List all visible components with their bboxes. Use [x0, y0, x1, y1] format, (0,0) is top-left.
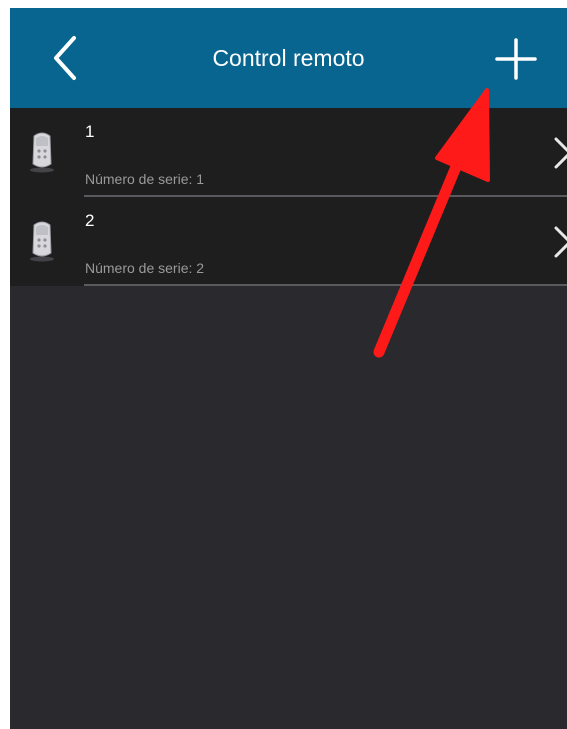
- remote-control-icon: [10, 108, 82, 197]
- add-remote-button[interactable]: [488, 30, 544, 86]
- chevron-right-icon: [551, 135, 567, 171]
- row-divider: [84, 284, 567, 286]
- remote-list: 1 Número de serie: 1 2 Número de serie: …: [10, 108, 567, 286]
- remote-serial: Número de serie: 1: [85, 171, 205, 187]
- back-button[interactable]: [40, 30, 90, 86]
- app-screen: Control remoto 1 Número de serie: 1 2 Nú…: [10, 8, 567, 729]
- app-header: Control remoto: [10, 8, 567, 108]
- remote-name: 1: [85, 122, 95, 141]
- chevron-left-icon: [54, 36, 76, 80]
- remote-serial: Número de serie: 2: [85, 260, 205, 276]
- plus-icon: [495, 38, 537, 80]
- remote-list-item[interactable]: 2 Número de serie: 2: [10, 197, 567, 286]
- page-title: Control remoto: [212, 45, 365, 71]
- remote-control-icon: [10, 197, 82, 286]
- chevron-right-icon: [551, 224, 567, 260]
- remote-list-item[interactable]: 1 Número de serie: 1: [10, 108, 567, 197]
- remote-name: 2: [85, 211, 95, 230]
